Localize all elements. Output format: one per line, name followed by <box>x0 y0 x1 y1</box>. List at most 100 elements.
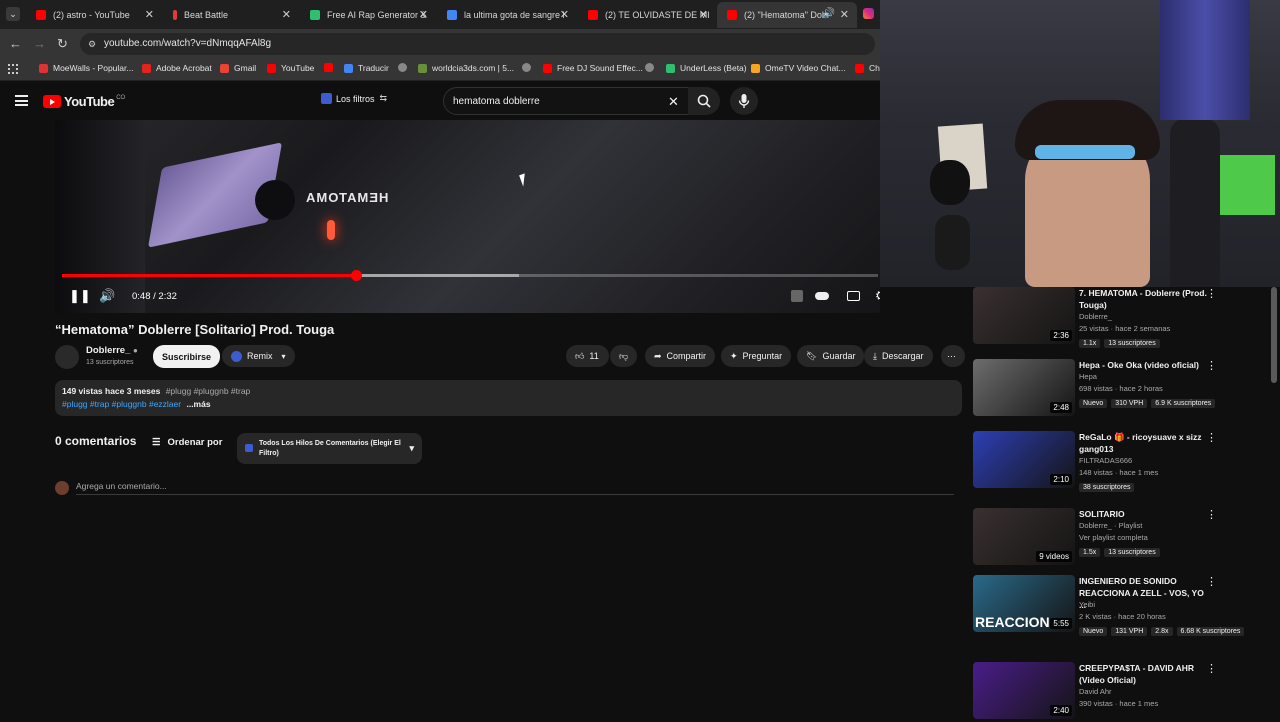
like-button[interactable]: 👍︎ 11 <box>566 345 609 367</box>
share-button[interactable]: ➦ Compartir <box>645 345 716 367</box>
recommendation-title[interactable]: Hepa - Oke Oka (video oficial) <box>1079 359 1209 371</box>
video-thumbnail[interactable]: 2:10 <box>973 431 1075 488</box>
autoplay-toggle-icon[interactable] <box>815 292 829 300</box>
apps-icon[interactable] <box>8 64 18 74</box>
extension-icon[interactable] <box>791 290 803 302</box>
bookmark-item[interactable] <box>645 63 659 72</box>
save-button[interactable]: 🔖︎ Guardar <box>797 345 865 367</box>
recommendation-channel[interactable]: Doblerre_ <box>1079 311 1112 323</box>
video-thumbnail[interactable]: 2:40 <box>973 662 1075 719</box>
more-vert-icon[interactable]: ⋮ <box>1206 662 1217 675</box>
dislike-button[interactable]: 👎︎ <box>610 345 637 367</box>
recommendation-title[interactable]: 7. HEMATOMA - Doblerre (Prod. Touga) <box>1079 287 1209 311</box>
bookmark-item[interactable]: Gmail <box>220 63 256 73</box>
browser-tab[interactable]: Beat Battle ✕ <box>163 2 299 28</box>
recommendation-title[interactable]: CREEPYPA$TA - DAVID AHR (Video Oficial) <box>1079 662 1209 686</box>
show-more-link[interactable]: ...más <box>186 399 210 409</box>
subscribe-button[interactable]: Suscribirse <box>153 345 221 368</box>
subtitles-icon[interactable] <box>847 291 860 301</box>
more-vert-icon[interactable]: ⋮ <box>1206 575 1217 588</box>
description-hashtags[interactable]: #plugg #trap #pluggnb #ezzlaer <box>62 399 181 409</box>
clear-search-icon[interactable]: ✕ <box>668 88 679 115</box>
bookmark-item[interactable]: MoeWalls - Popular... <box>39 63 133 73</box>
bookmark-item[interactable]: UnderLess (Beta) <box>666 63 747 73</box>
instagram-icon[interactable] <box>863 8 874 19</box>
recommendation-title[interactable]: ReGaLo 🎁 - ricoysuave x sizz gang013 <box>1079 431 1209 455</box>
url-field[interactable]: ⚙ youtube.com/watch?v=dNmqqAFAl8g <box>80 33 875 55</box>
bookmark-item[interactable] <box>522 63 536 72</box>
recommendation-channel[interactable]: Doblerre_ · Playlist <box>1079 520 1142 532</box>
close-icon[interactable]: ✕ <box>560 8 569 21</box>
close-icon[interactable]: ✕ <box>840 8 849 21</box>
browser-tab[interactable]: la ultima gota de sangre l ✕ <box>437 2 577 28</box>
comment-filter-select[interactable]: Todos Los Hilos De Comentarios (Elegir E… <box>237 433 422 464</box>
menu-icon[interactable] <box>15 95 28 106</box>
bookmark-item[interactable]: Free DJ Sound Effec... <box>543 63 643 73</box>
remix-button[interactable]: Remix ▾ <box>222 345 295 367</box>
recommendation-card[interactable]: 2:36 7. HEMATOMA - Doblerre (Prod. Touga)… <box>973 287 1273 348</box>
recommendation-title[interactable]: SOLITARIO <box>1079 508 1209 520</box>
channel-name[interactable]: Doblerre_ ● <box>86 345 138 356</box>
recommendation-card[interactable]: REACCION 5:55 INGENIERO DE SONIDO REACCION… <box>973 575 1273 636</box>
bookmark-item[interactable]: Ch <box>855 63 880 73</box>
video-thumbnail[interactable]: 2:48 <box>973 359 1075 416</box>
close-icon[interactable]: ✕ <box>145 8 154 21</box>
video-player[interactable]: HEMATOMA ❚❚ 🔊 0:48 / 2:32 ⚙ ⤢ <box>55 120 880 313</box>
recommendation-channel[interactable]: David Ahr <box>1079 686 1112 698</box>
ask-button[interactable]: ✦ Preguntar <box>721 345 792 367</box>
recommendation-title[interactable]: INGENIERO DE SONIDO REACCIONA A ZELL - V… <box>1079 575 1209 611</box>
video-thumbnail[interactable]: 9 videos <box>973 508 1075 565</box>
bookmark-item[interactable]: OmeTV Video Chat... <box>751 63 846 73</box>
settings-icon[interactable]: ⚙ <box>875 288 880 304</box>
volume-icon[interactable]: 🔊 <box>99 288 115 304</box>
site-info-icon[interactable]: ⚙ <box>88 33 96 55</box>
recommendation-card[interactable]: 9 videos SOLITARIO Doblerre_ · Playlist Ver… <box>973 508 1273 568</box>
video-description[interactable]: 149 vistas hace 3 meses #plugg #pluggnb … <box>55 380 962 416</box>
bookmark-item[interactable]: Traducir <box>344 63 389 73</box>
sort-button[interactable]: ☰ Ordenar por <box>152 437 222 448</box>
more-actions-button[interactable]: ⋯ <box>941 345 965 367</box>
browser-tab[interactable]: Free AI Rap Generator & ✕ <box>300 2 436 28</box>
bookmark-item[interactable]: Adobe Acrobat <box>142 63 212 73</box>
bookmark-item[interactable]: YouTube <box>267 63 314 73</box>
reload-icon[interactable]: ↻ <box>57 36 68 52</box>
speaker-icon[interactable]: 🔊 <box>823 8 835 19</box>
add-comment-input[interactable]: Agrega un comentario... <box>76 481 954 495</box>
recommendation-card[interactable]: 2:40 CREEPYPA$TA - DAVID AHR (Video Ofici… <box>973 662 1273 722</box>
channel-avatar[interactable] <box>55 345 79 369</box>
video-thumbnail[interactable]: REACCION 5:55 <box>973 575 1075 632</box>
search-button[interactable] <box>688 87 720 115</box>
recommendation-channel[interactable]: FILTRADAS666 <box>1079 455 1132 467</box>
search-input[interactable]: hematoma doblerre ✕ <box>443 87 690 115</box>
bookmark-item[interactable]: worldcia3ds.com | 5... <box>418 63 514 73</box>
browser-tab[interactable]: (2) astro - YouTube ✕ <box>26 2 162 28</box>
back-icon[interactable]: ← <box>9 36 22 51</box>
forward-icon[interactable]: → <box>33 36 46 51</box>
description-tags[interactable]: #plugg #pluggnb #trap <box>166 386 251 396</box>
close-icon[interactable]: ✕ <box>699 8 708 21</box>
filters-button[interactable]: Los filtros ⇆ <box>321 93 387 104</box>
more-vert-icon[interactable]: ⋮ <box>1206 431 1217 444</box>
close-icon[interactable]: ✕ <box>419 8 428 21</box>
more-vert-icon[interactable]: ⋮ <box>1206 508 1217 521</box>
recommendation-channel[interactable]: Hepa <box>1079 371 1097 383</box>
recommendation-card[interactable]: 2:10 ReGaLo 🎁 - ricoysuave x sizz gang013… <box>973 431 1273 492</box>
tab-list-icon[interactable]: ⌄ <box>6 7 20 21</box>
more-vert-icon[interactable]: ⋮ <box>1206 287 1217 300</box>
pause-icon[interactable]: ❚❚ <box>69 288 91 304</box>
download-button[interactable]: ⤓ Descargar <box>864 345 933 367</box>
close-icon[interactable]: ✕ <box>282 8 291 21</box>
recommendation-card[interactable]: 2:48 Hepa - Oke Oka (video oficial) Hepa 69… <box>973 359 1273 419</box>
browser-tab-active[interactable]: (2) "Hematoma" Dobl 🔊 ✕ <box>717 2 857 28</box>
voice-search-button[interactable] <box>730 87 758 115</box>
recommendation-channel[interactable]: Yeibi <box>1079 599 1095 611</box>
scrubber-handle[interactable] <box>350 270 362 281</box>
more-vert-icon[interactable]: ⋮ <box>1206 359 1217 372</box>
bookmark-item[interactable] <box>324 63 338 72</box>
bookmark-item[interactable] <box>398 63 412 72</box>
video-progress-bar[interactable] <box>62 270 878 281</box>
video-thumbnail[interactable]: 2:36 <box>973 287 1075 344</box>
sidebar-scrollbar[interactable] <box>1271 287 1277 383</box>
browser-tab[interactable]: (2) TE OLVIDASTE DE MI ✕ <box>578 2 716 28</box>
youtube-logo[interactable]: YouTube CO <box>43 94 125 109</box>
